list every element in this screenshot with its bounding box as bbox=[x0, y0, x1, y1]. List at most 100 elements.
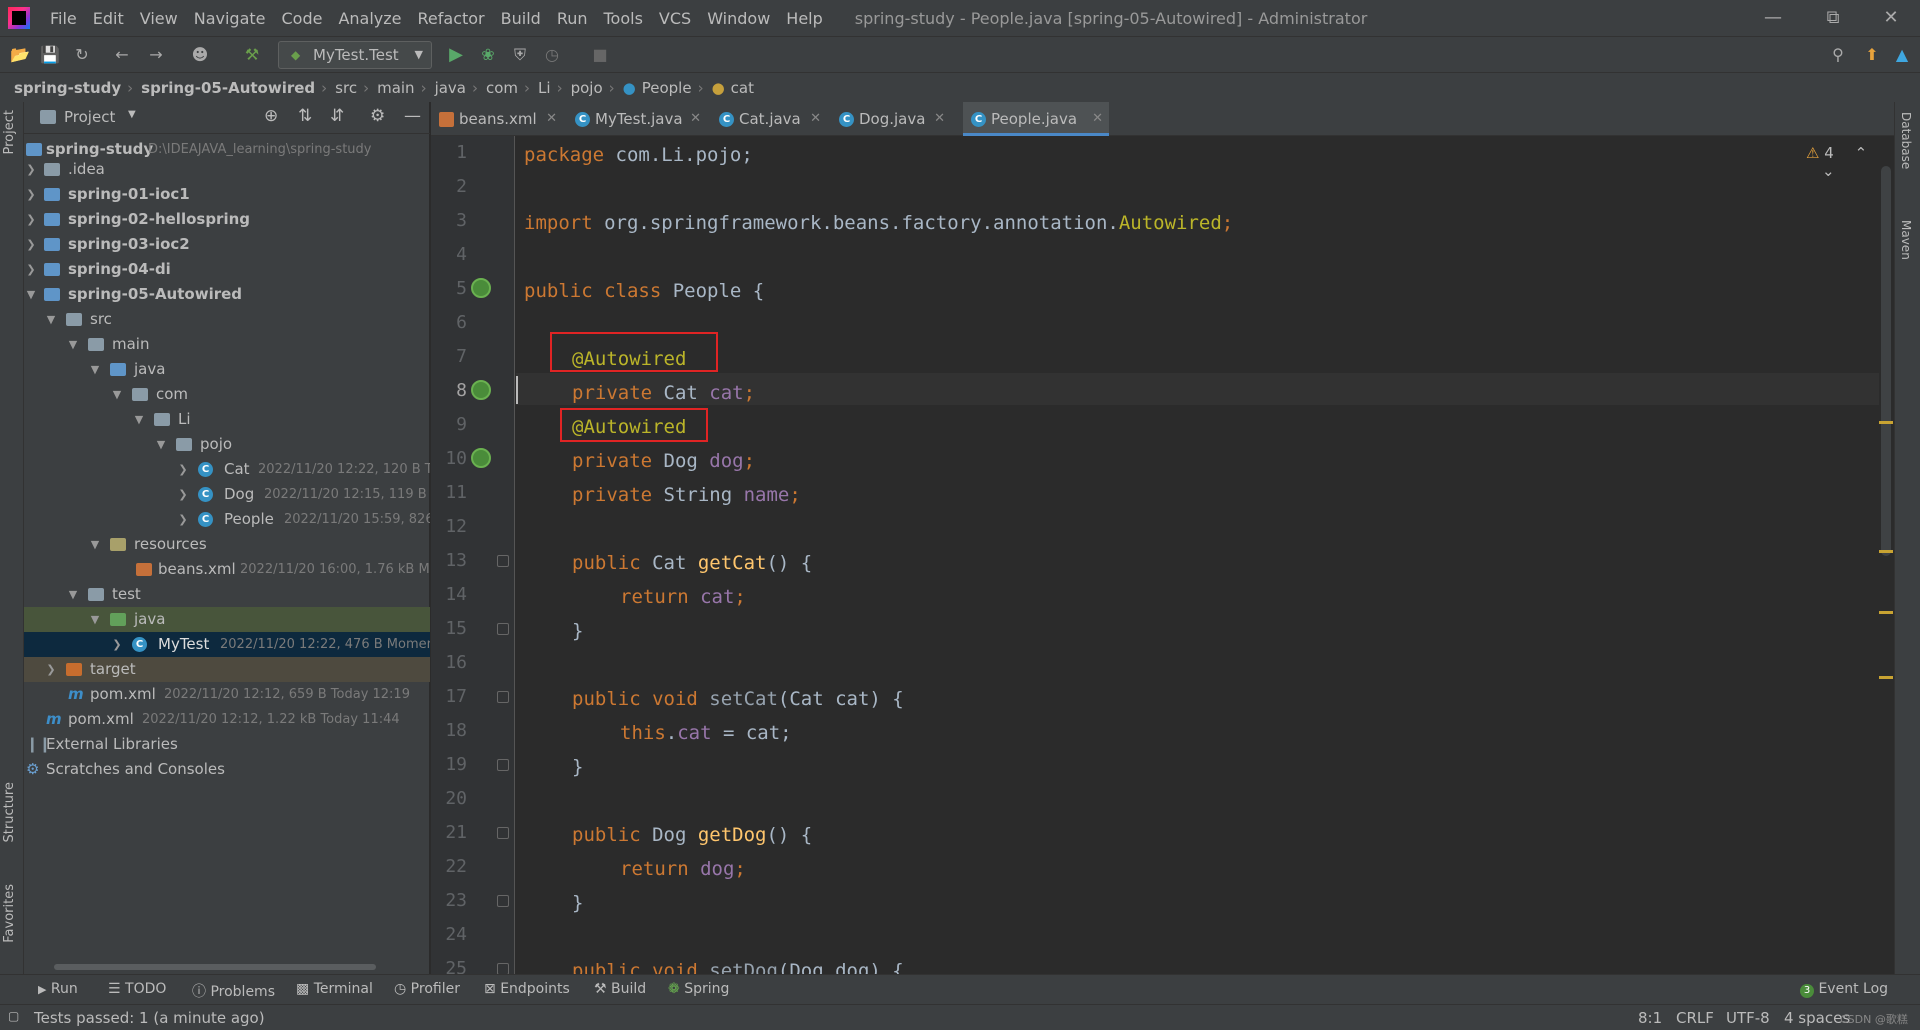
line-separator[interactable]: CRLF bbox=[1676, 1009, 1714, 1027]
chevron-down-icon[interactable]: ▼ bbox=[128, 109, 136, 120]
tab-dog[interactable]: C Dog.java ✕ bbox=[831, 102, 951, 136]
terminal-tool-button[interactable]: ▩ Terminal bbox=[296, 981, 373, 997]
run-tool-button[interactable]: ▶ Run bbox=[38, 981, 78, 997]
project-tool-tab[interactable]: Project bbox=[2, 110, 17, 154]
menu-window[interactable]: Window bbox=[699, 9, 778, 28]
tree-item-class-mytest[interactable]: ❯ C MyTest 2022/11/20 12:22, 476 B Momen bbox=[24, 632, 430, 657]
fold-icon[interactable] bbox=[497, 623, 509, 635]
close-icon[interactable]: ✕ bbox=[690, 102, 701, 136]
horizontal-scrollbar[interactable] bbox=[54, 964, 376, 970]
close-window-icon[interactable]: ✕ bbox=[1862, 0, 1920, 36]
locate-icon[interactable]: ⊕ bbox=[264, 106, 278, 126]
menu-tools[interactable]: Tools bbox=[596, 9, 651, 28]
caret-position[interactable]: 8:1 bbox=[1638, 1009, 1662, 1027]
spring-autowire-icon[interactable] bbox=[471, 380, 491, 400]
tree-item-module[interactable]: ❯ spring-04-di bbox=[24, 257, 430, 282]
project-panel-title[interactable]: Project bbox=[64, 108, 115, 126]
tree-item-test[interactable]: ▼ test bbox=[24, 582, 430, 607]
database-tool-tab[interactable]: Database bbox=[1899, 112, 1913, 169]
menu-run[interactable]: Run bbox=[549, 9, 596, 28]
profiler-tool-button[interactable]: ◷ Profiler bbox=[394, 981, 460, 997]
breadcrumb-project[interactable]: spring-study bbox=[14, 79, 121, 97]
tree-item-main[interactable]: ▼ main bbox=[24, 332, 430, 357]
close-icon[interactable]: ✕ bbox=[546, 102, 557, 136]
spring-autowire-icon[interactable] bbox=[471, 448, 491, 468]
tool-window-toggle-icon[interactable]: ▢ bbox=[8, 1009, 19, 1023]
spring-tool-button[interactable]: ❁ Spring bbox=[668, 981, 729, 997]
gear-icon[interactable]: ⚙ bbox=[370, 106, 385, 126]
tree-item-package-pojo[interactable]: ▼ pojo bbox=[24, 432, 430, 457]
tree-item-package-com[interactable]: ▼ com bbox=[24, 382, 430, 407]
tree-item-root-pom[interactable]: m pom.xml 2022/11/20 12:12, 1.22 kB Toda… bbox=[24, 707, 430, 732]
back-icon[interactable]: ← bbox=[112, 45, 132, 65]
open-folder-icon[interactable]: 📂 bbox=[10, 45, 30, 65]
tree-item-class-dog[interactable]: ❯ C Dog 2022/11/20 12:15, 119 B T bbox=[24, 482, 430, 507]
tree-item-java-src[interactable]: ▼ java bbox=[24, 357, 430, 382]
fold-icon[interactable] bbox=[497, 895, 509, 907]
menu-refactor[interactable]: Refactor bbox=[410, 9, 493, 28]
build-hammer-icon[interactable]: ⚒ bbox=[242, 45, 262, 65]
breadcrumb-com[interactable]: com bbox=[486, 79, 518, 97]
tree-item-scratches[interactable]: ⚙ Scratches and Consoles bbox=[24, 757, 430, 782]
tab-cat[interactable]: C Cat.java ✕ bbox=[711, 102, 827, 136]
menu-view[interactable]: View bbox=[132, 9, 186, 28]
fold-icon[interactable] bbox=[497, 555, 509, 567]
tree-item-resources[interactable]: ▼ resources bbox=[24, 532, 430, 557]
tree-item-test-java[interactable]: ▼ java bbox=[24, 607, 430, 632]
update-icon[interactable]: ⬆ bbox=[1862, 45, 1882, 65]
editor-scrollbar[interactable] bbox=[1879, 136, 1894, 974]
code-editor[interactable]: package com.Li.pojo; import org.springfr… bbox=[516, 136, 1879, 974]
tree-item-class-people[interactable]: ❯ C People 2022/11/20 15:59, 826 bbox=[24, 507, 430, 532]
breadcrumb-cat[interactable]: cat bbox=[731, 79, 754, 97]
chevron-up-icon[interactable]: ⌃ bbox=[1855, 144, 1868, 162]
save-icon[interactable]: 💾 bbox=[40, 45, 60, 65]
close-icon[interactable]: ✕ bbox=[1092, 102, 1103, 136]
close-icon[interactable]: ✕ bbox=[810, 102, 821, 136]
menu-help[interactable]: Help bbox=[778, 9, 830, 28]
tab-mytest[interactable]: C MyTest.java ✕ bbox=[567, 102, 707, 136]
debug-icon[interactable]: ❀ bbox=[478, 45, 498, 65]
fold-icon[interactable] bbox=[497, 759, 509, 771]
menu-navigate[interactable]: Navigate bbox=[186, 9, 274, 28]
tree-item-external-libraries[interactable]: ❙❙ External Libraries bbox=[24, 732, 430, 757]
favorites-tool-tab[interactable]: Favorites bbox=[2, 884, 17, 943]
menu-code[interactable]: Code bbox=[274, 9, 331, 28]
breadcrumb-pojo[interactable]: pojo bbox=[571, 79, 603, 97]
tree-item-src[interactable]: ▼ src bbox=[24, 307, 430, 332]
fold-icon[interactable] bbox=[497, 827, 509, 839]
expand-all-icon[interactable]: ⇅ bbox=[298, 106, 312, 126]
tree-item-package-li[interactable]: ▼ Li bbox=[24, 407, 430, 432]
tree-item-module-open[interactable]: ▼ spring-05-Autowired bbox=[24, 282, 430, 307]
run-config-select[interactable]: ◆ MyTest.Test ▼ bbox=[278, 41, 432, 69]
hide-panel-icon[interactable]: — bbox=[404, 106, 421, 126]
tree-item-beans-xml[interactable]: beans.xml 2022/11/20 16:00, 1.76 kB Mc bbox=[24, 557, 430, 582]
inspection-widget[interactable]: ⚠ 4 ⌃ ⌄ bbox=[1806, 144, 1879, 180]
forward-icon[interactable]: → bbox=[146, 45, 166, 65]
breadcrumb-src[interactable]: src bbox=[335, 79, 357, 97]
problems-tool-button[interactable]: ⓘ Problems bbox=[192, 981, 275, 1001]
breadcrumb-people[interactable]: People bbox=[642, 79, 692, 97]
scroll-thumb[interactable] bbox=[1881, 166, 1891, 556]
breadcrumb-li[interactable]: Li bbox=[538, 79, 551, 97]
tab-people[interactable]: C People.java ✕ bbox=[963, 102, 1109, 136]
tree-item-module[interactable]: ❯ spring-01-ioc1 bbox=[24, 182, 430, 207]
coverage-icon[interactable]: ⛨ bbox=[510, 45, 530, 65]
search-icon[interactable]: ⚲ bbox=[1828, 45, 1848, 65]
breadcrumb-main[interactable]: main bbox=[377, 79, 414, 97]
minimize-icon[interactable]: — bbox=[1744, 0, 1802, 36]
breadcrumb-java[interactable]: java bbox=[435, 79, 466, 97]
fold-icon[interactable] bbox=[497, 691, 509, 703]
warning-marker[interactable] bbox=[1879, 611, 1893, 614]
menu-analyze[interactable]: Analyze bbox=[330, 9, 409, 28]
tree-item-class-cat[interactable]: ❯ C Cat 2022/11/20 12:22, 120 B To bbox=[24, 457, 430, 482]
menu-file[interactable]: File bbox=[42, 9, 85, 28]
account-icon[interactable]: ☻ bbox=[190, 45, 210, 65]
stop-icon[interactable]: ■ bbox=[590, 45, 610, 65]
warning-marker[interactable] bbox=[1879, 550, 1893, 553]
event-log-button[interactable]: 3 Event Log bbox=[1800, 981, 1888, 998]
restore-icon[interactable]: ⧉ bbox=[1804, 0, 1862, 36]
spring-bean-icon[interactable] bbox=[471, 278, 491, 298]
run-icon[interactable]: ▶ bbox=[446, 45, 466, 65]
todo-tool-button[interactable]: ☰ TODO bbox=[108, 981, 166, 997]
warning-marker[interactable] bbox=[1879, 676, 1893, 679]
